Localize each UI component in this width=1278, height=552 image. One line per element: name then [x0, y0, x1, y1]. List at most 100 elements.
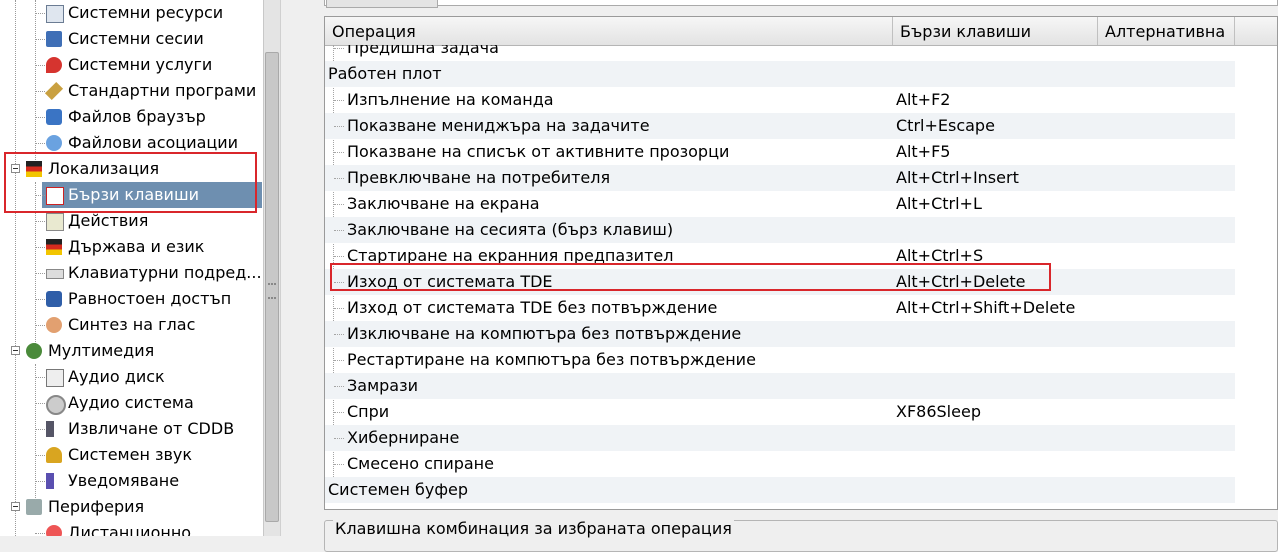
- shortcut-groupbox: Клавишна комбинация за избраната операци…: [324, 520, 1278, 552]
- sidebar-item-label: Извличане от CDDB: [68, 419, 235, 438]
- tree-line: [334, 438, 344, 439]
- peripherals-icon: [26, 499, 42, 515]
- sidebar-item[interactable]: Държава и език: [0, 234, 263, 260]
- sidebar-item[interactable]: Равностоен достъп: [0, 286, 263, 312]
- sidebar-item-label: Мултимедия: [48, 341, 155, 360]
- tree-line: [334, 256, 344, 257]
- tree-line: [334, 282, 344, 283]
- sidebar-item[interactable]: Периферия: [0, 494, 263, 520]
- sidebar-item[interactable]: Аудио система: [0, 390, 263, 416]
- sidebar-item[interactable]: Синтез на глас: [0, 312, 263, 338]
- sidebar-item[interactable]: Локализация: [0, 156, 263, 182]
- tree-line: [35, 299, 45, 300]
- tree-line: [334, 386, 344, 387]
- tree-line: [35, 273, 45, 274]
- collapse-toggle-icon[interactable]: [11, 502, 20, 511]
- sidebar-item[interactable]: Файлови асоциации: [0, 130, 263, 156]
- tree-line: [35, 13, 45, 14]
- table-row[interactable]: Заключване на екрана Alt+Ctrl+L: [325, 191, 1235, 217]
- shortcuts-icon: [46, 187, 64, 205]
- tree-line: [334, 230, 344, 231]
- table-row[interactable]: Изход от системата TDE без потвърждение A…: [325, 295, 1235, 321]
- shortcut-cell: Alt+Ctrl+Delete: [896, 272, 1026, 291]
- sidebar-item-label: Файлови асоциации: [68, 133, 239, 152]
- column-header-alternate[interactable]: Алтернативна: [1098, 17, 1235, 45]
- system-sessions-icon: [46, 31, 62, 47]
- sidebar-item-label: Системни сесии: [68, 29, 204, 48]
- table-row[interactable]: Изход от системата TDE Alt+Ctrl+Delete: [325, 269, 1235, 295]
- table-row[interactable]: Стартиране на екранния предпазител Alt+Ct…: [325, 243, 1235, 269]
- tree-line: [334, 412, 344, 413]
- sidebar-item[interactable]: Уведомяване: [0, 468, 263, 494]
- actions-icon: [46, 213, 64, 231]
- sidebar-item[interactable]: Аудио диск: [0, 364, 263, 390]
- sidebar-item-label: Аудио система: [68, 393, 194, 412]
- table-row[interactable]: Хиберниране: [325, 425, 1235, 451]
- localization-flag-icon: [26, 161, 42, 177]
- table-row[interactable]: Превключване на потребителя Alt+Ctrl+Inse…: [325, 165, 1235, 191]
- table-row[interactable]: Показване на списък от активните прозорц…: [325, 139, 1235, 165]
- scrollbar-thumb[interactable]: [265, 52, 279, 522]
- table-group-row[interactable]: Системен буфер: [325, 477, 1235, 503]
- table-group-row[interactable]: Работен плот: [325, 61, 1235, 87]
- operation-cell: Изход от системата TDE: [347, 272, 553, 291]
- sidebar-item-label: Файлов браузър: [68, 107, 206, 126]
- sidebar-item[interactable]: Стандартни програми: [0, 78, 263, 104]
- sidebar-item-label: Системни ресурси: [68, 3, 224, 22]
- sidebar-item[interactable]: Системни сесии: [0, 26, 263, 52]
- operation-cell: Превключване на потребителя: [347, 168, 611, 187]
- table-row[interactable]: Заключване на сесията (бърз клавиш): [325, 217, 1235, 243]
- shortcut-cell: Alt+F5: [896, 142, 951, 161]
- sidebar-item-label: Дистанционно: [68, 523, 192, 536]
- shortcut-cell: Ctrl+Escape: [896, 116, 995, 135]
- column-header-shortcut[interactable]: Бързи клавиши: [893, 17, 1098, 45]
- table-row[interactable]: Показване мениджъра на задачите Ctrl+Esca…: [325, 113, 1235, 139]
- table-row[interactable]: Спри XF86Sleep: [325, 399, 1235, 425]
- sidebar-item[interactable]: Системни услуги: [0, 52, 263, 78]
- sidebar-item[interactable]: Клавиатурни подред...: [0, 260, 263, 286]
- sidebar-item[interactable]: Мултимедия: [0, 338, 263, 364]
- sidebar-item-label: Локализация: [48, 159, 160, 178]
- sidebar-item[interactable]: Файлов браузър: [0, 104, 263, 130]
- sidebar-item[interactable]: Извличане от CDDB: [0, 416, 263, 442]
- top-panel-edge: [324, 0, 1278, 6]
- multimedia-icon: [26, 343, 42, 359]
- pane-splitter[interactable]: [280, 0, 298, 536]
- shortcut-cell: Alt+Ctrl+Insert: [896, 168, 1019, 187]
- sidebar-item[interactable]: Системен звук: [0, 442, 263, 468]
- table-row[interactable]: Изпълнение на команда Alt+F2: [325, 87, 1235, 113]
- shortcut-cell: Alt+Ctrl+L: [896, 194, 982, 213]
- tree-line: [334, 334, 344, 335]
- top-button-edge[interactable]: [326, 0, 438, 8]
- shortcut-cell: XF86Sleep: [896, 402, 981, 421]
- system-services-icon: [46, 57, 62, 73]
- tree-line: [35, 247, 45, 248]
- table-row[interactable]: Замрази: [325, 373, 1235, 399]
- table-row[interactable]: Предишна задача: [325, 45, 1235, 61]
- sidebar-item-label: Държава и език: [68, 237, 205, 256]
- operation-cell: Показване мениджъра на задачите: [347, 116, 650, 135]
- table-row[interactable]: Изключване на компютъра без потвърждение: [325, 321, 1235, 347]
- table-row[interactable]: Смесено спиране: [325, 451, 1235, 477]
- table-row[interactable]: Рестартиране на компютъра без потвържден…: [325, 347, 1235, 373]
- operation-cell: Изход от системата TDE без потвърждение: [347, 298, 718, 317]
- remote-icon: [46, 525, 62, 536]
- tree-line: [35, 195, 45, 196]
- table-row[interactable]: [325, 503, 1235, 509]
- sidebar-item[interactable]: Действия: [0, 208, 263, 234]
- table-header: Операция Бързи клавиши Алтернативна: [325, 17, 1277, 46]
- collapse-toggle-icon[interactable]: [11, 164, 20, 173]
- sidebar-item[interactable]: Дистанционно: [0, 520, 263, 536]
- sidebar-scrollbar[interactable]: [263, 0, 280, 536]
- shortcuts-table: Операция Бързи клавиши Алтернативна Пред…: [324, 16, 1278, 510]
- sidebar-item[interactable]: Системни ресурси: [0, 0, 263, 26]
- sidebar-item[interactable]: Бързи клавиши: [0, 182, 263, 208]
- audio-system-icon: [46, 395, 66, 415]
- column-header-operation[interactable]: Операция: [325, 17, 893, 45]
- sidebar-item-label: Системни услуги: [68, 55, 213, 74]
- collapse-toggle-icon[interactable]: [11, 346, 20, 355]
- operation-cell: Изпълнение на команда: [347, 90, 554, 109]
- tree-line: [334, 204, 344, 205]
- tree-line: [334, 152, 344, 153]
- groupbox-title: Клавишна комбинация за избраната операци…: [333, 519, 734, 538]
